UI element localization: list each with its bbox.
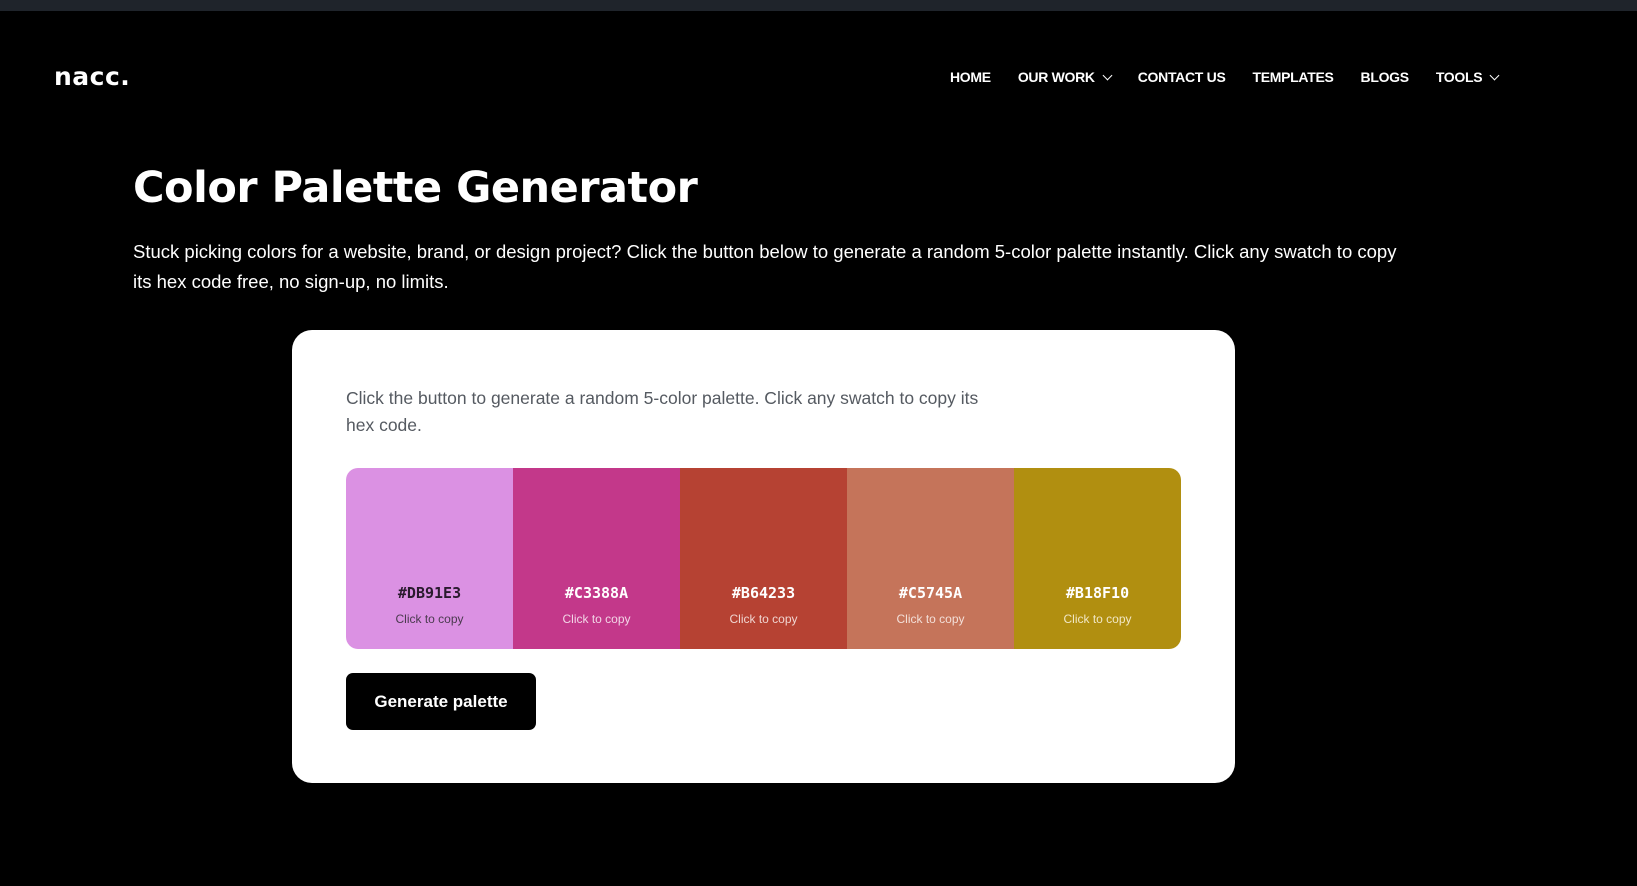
swatch-hex: #B18F10 bbox=[1065, 584, 1130, 602]
page-intro: Stuck picking colors for a website, bran… bbox=[133, 241, 1397, 292]
nav-item-label: TEMPLATES bbox=[1252, 69, 1334, 85]
palette-generator-card: Click the button to generate a random 5-… bbox=[292, 330, 1235, 783]
generate-palette-button[interactable]: Generate palette bbox=[346, 673, 536, 730]
color-swatch[interactable]: #B18F10 Click to copy bbox=[1014, 468, 1181, 649]
color-swatch[interactable]: #C5745A Click to copy bbox=[847, 468, 1014, 649]
nav-item-label: BLOGS bbox=[1360, 69, 1410, 85]
tool-description: Click the button to generate a random 5-… bbox=[346, 388, 979, 435]
swatch-copy-hint: Click to copy bbox=[896, 612, 965, 626]
nav-item-tools[interactable]: TOOLS bbox=[1435, 69, 1500, 85]
swatch-hex: #C5745A bbox=[898, 584, 963, 602]
swatch-copy-hint: Click to copy bbox=[395, 612, 464, 626]
nav-item-blogs[interactable]: BLOGS bbox=[1360, 69, 1410, 85]
nav-item-label: CONTACT US bbox=[1137, 69, 1226, 85]
browser-top-strip bbox=[0, 0, 1637, 11]
chevron-down-icon bbox=[1102, 70, 1113, 80]
swatch-hex: #DB91E3 bbox=[397, 584, 462, 602]
nav-item-home[interactable]: HOME bbox=[950, 69, 991, 85]
swatch-copy-hint: Click to copy bbox=[729, 612, 798, 626]
main-nav: HOME OUR WORK CONTACT US TEMPLATES BLOGS… bbox=[950, 69, 1500, 85]
nav-item-label: TOOLS bbox=[1435, 69, 1483, 85]
nav-item-label: OUR WORK bbox=[1017, 69, 1095, 85]
chevron-down-icon bbox=[1489, 70, 1500, 80]
color-swatch[interactable]: #B64233 Click to copy bbox=[680, 468, 847, 649]
swatch-copy-hint: Click to copy bbox=[562, 612, 631, 626]
swatch-hex: #C3388A bbox=[564, 584, 629, 602]
page-title: Color Palette Generator bbox=[133, 163, 698, 213]
color-swatch[interactable]: #C3388A Click to copy bbox=[513, 468, 680, 649]
nav-item-contact-us[interactable]: CONTACT US bbox=[1138, 69, 1226, 85]
site-logo[interactable]: nacc. bbox=[54, 62, 130, 91]
swatch-copy-hint: Click to copy bbox=[1063, 612, 1132, 626]
color-swatch[interactable]: #DB91E3 Click to copy bbox=[346, 468, 513, 649]
nav-item-templates[interactable]: TEMPLATES bbox=[1252, 69, 1333, 85]
swatch-hex: #B64233 bbox=[731, 584, 796, 602]
palette-strip: #DB91E3 Click to copy #C3388A Click to c… bbox=[346, 468, 1181, 649]
nav-item-our-work[interactable]: OUR WORK bbox=[1017, 69, 1113, 85]
nav-item-label: HOME bbox=[950, 69, 991, 85]
